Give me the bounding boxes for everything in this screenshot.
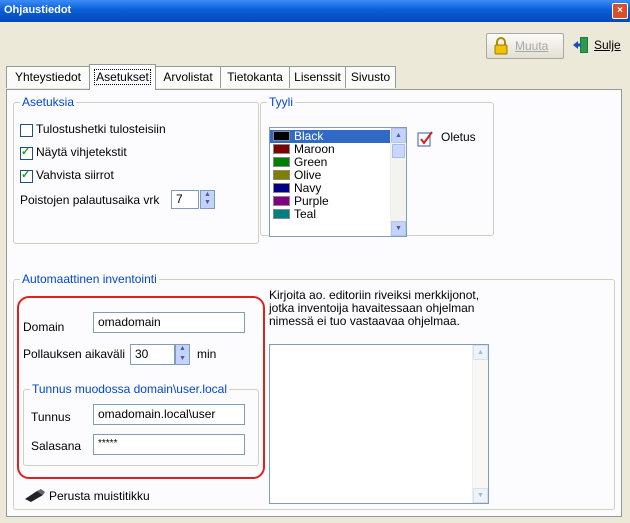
color-swatch bbox=[273, 144, 290, 154]
credentials-group-title: Tunnus muodossa domain\user.local bbox=[32, 382, 227, 396]
edit-button[interactable]: Muuta bbox=[486, 33, 564, 59]
color-item-purple[interactable]: Purple bbox=[270, 195, 390, 208]
spin-up-icon[interactable]: ▲ bbox=[176, 345, 189, 353]
tab-asetukset[interactable]: Asetukset bbox=[89, 64, 156, 90]
undo-days-label: Poistojen palautusaika vrk bbox=[20, 193, 160, 207]
color-list-scrollbar[interactable]: ▲ ▼ bbox=[390, 128, 406, 236]
create-memo-button[interactable]: Perusta muistitikku bbox=[23, 487, 193, 507]
username-label: Tunnus bbox=[31, 410, 71, 424]
editor-scrollbar[interactable]: ▲ ▼ bbox=[472, 345, 488, 503]
scroll-thumb[interactable] bbox=[392, 144, 405, 158]
color-swatch bbox=[273, 131, 290, 141]
edit-button-label: Muuta bbox=[515, 39, 549, 53]
tab-sivusto[interactable]: Sivusto bbox=[345, 66, 396, 88]
close-window-button[interactable]: × bbox=[612, 3, 628, 19]
checklist-icon bbox=[417, 131, 433, 147]
settings-panel: Asetuksia Tulostushetki tulosteisiin Näy… bbox=[6, 89, 622, 517]
color-item-teal[interactable]: Teal bbox=[270, 208, 390, 221]
color-item-maroon[interactable]: Maroon bbox=[270, 143, 390, 156]
poll-interval-unit: min bbox=[197, 347, 217, 361]
checkbox-box[interactable] bbox=[20, 145, 33, 160]
color-item-green[interactable]: Green bbox=[270, 156, 390, 169]
poll-interval-label: Pollauksen aikaväli bbox=[23, 347, 126, 361]
domain-label: Domain bbox=[23, 320, 65, 334]
scroll-down-icon[interactable]: ▼ bbox=[391, 221, 406, 236]
password-label: Salasana bbox=[31, 439, 82, 453]
exit-door-icon bbox=[573, 37, 588, 53]
scroll-up-icon[interactable]: ▲ bbox=[391, 128, 406, 143]
window-title: Ohjaustiedot bbox=[4, 4, 72, 16]
settings-group-title: Asetuksia bbox=[22, 95, 75, 109]
close-icon: × bbox=[617, 5, 623, 16]
show-tooltips-label: Näytä vihjetekstit bbox=[36, 145, 127, 159]
settings-group: Asetuksia Tulostushetki tulosteisiin Näy… bbox=[13, 95, 259, 244]
scroll-down-icon[interactable]: ▼ bbox=[473, 488, 488, 503]
poll-interval-input[interactable]: 30 bbox=[130, 344, 175, 365]
close-button-label: Sulje bbox=[594, 38, 621, 52]
checkbox-box[interactable] bbox=[20, 124, 33, 137]
poll-interval-spinner[interactable]: ▲ ▼ bbox=[175, 344, 190, 365]
tab-yhteystiedot[interactable]: Yhteystiedot bbox=[6, 66, 90, 88]
lock-icon bbox=[494, 37, 508, 55]
username-input[interactable]: omadomain.local\user bbox=[93, 404, 245, 425]
spin-down-icon[interactable]: ▼ bbox=[176, 355, 189, 363]
password-input[interactable]: ***** bbox=[93, 434, 245, 455]
usb-stick-icon bbox=[25, 489, 45, 502]
undo-days-input[interactable]: 7 bbox=[171, 190, 199, 209]
spin-down-icon[interactable]: ▼ bbox=[201, 199, 214, 207]
tab-tietokanta[interactable]: Tietokanta bbox=[220, 66, 290, 88]
spin-up-icon[interactable]: ▲ bbox=[201, 191, 214, 199]
domain-input[interactable]: omadomain bbox=[93, 312, 245, 333]
tab-arvolistat[interactable]: Arvolistat bbox=[155, 66, 221, 88]
inventory-instructions: Kirjoita ao. editoriin riveiksi merkkijo… bbox=[269, 288, 480, 328]
checkbox-box[interactable] bbox=[20, 168, 33, 183]
title-bar: Ohjaustiedot × bbox=[0, 0, 630, 22]
inventory-group-title: Automaattinen inventointi bbox=[22, 272, 157, 286]
undo-days-spinner[interactable]: ▲ ▼ bbox=[200, 190, 215, 209]
style-group-title: Tyyli bbox=[269, 95, 293, 109]
exclusion-list-editor[interactable]: ▲ ▼ bbox=[269, 344, 489, 504]
color-swatch bbox=[273, 209, 290, 219]
color-list[interactable]: Black Maroon Green Olive Navy Purple Tea… bbox=[269, 127, 407, 237]
scroll-up-icon[interactable]: ▲ bbox=[473, 345, 488, 360]
print-timestamp-label: Tulostushetki tulosteisiin bbox=[36, 122, 166, 136]
style-group: Tyyli Black Maroon Green Olive Navy Purp… bbox=[260, 95, 494, 237]
tab-lisenssit[interactable]: Lisenssit bbox=[289, 66, 346, 88]
color-swatch bbox=[273, 170, 290, 180]
close-button[interactable]: Sulje bbox=[568, 33, 628, 57]
color-swatch bbox=[273, 183, 290, 193]
default-style-label: Oletus bbox=[441, 130, 476, 144]
color-swatch bbox=[273, 157, 290, 167]
color-item-olive[interactable]: Olive bbox=[270, 169, 390, 182]
default-style-button[interactable]: Oletus bbox=[417, 128, 487, 148]
confirm-transfers-label: Vahvista siirrot bbox=[36, 168, 114, 182]
color-item-navy[interactable]: Navy bbox=[270, 182, 390, 195]
create-memo-label: Perusta muistitikku bbox=[49, 489, 150, 503]
color-swatch bbox=[273, 196, 290, 206]
